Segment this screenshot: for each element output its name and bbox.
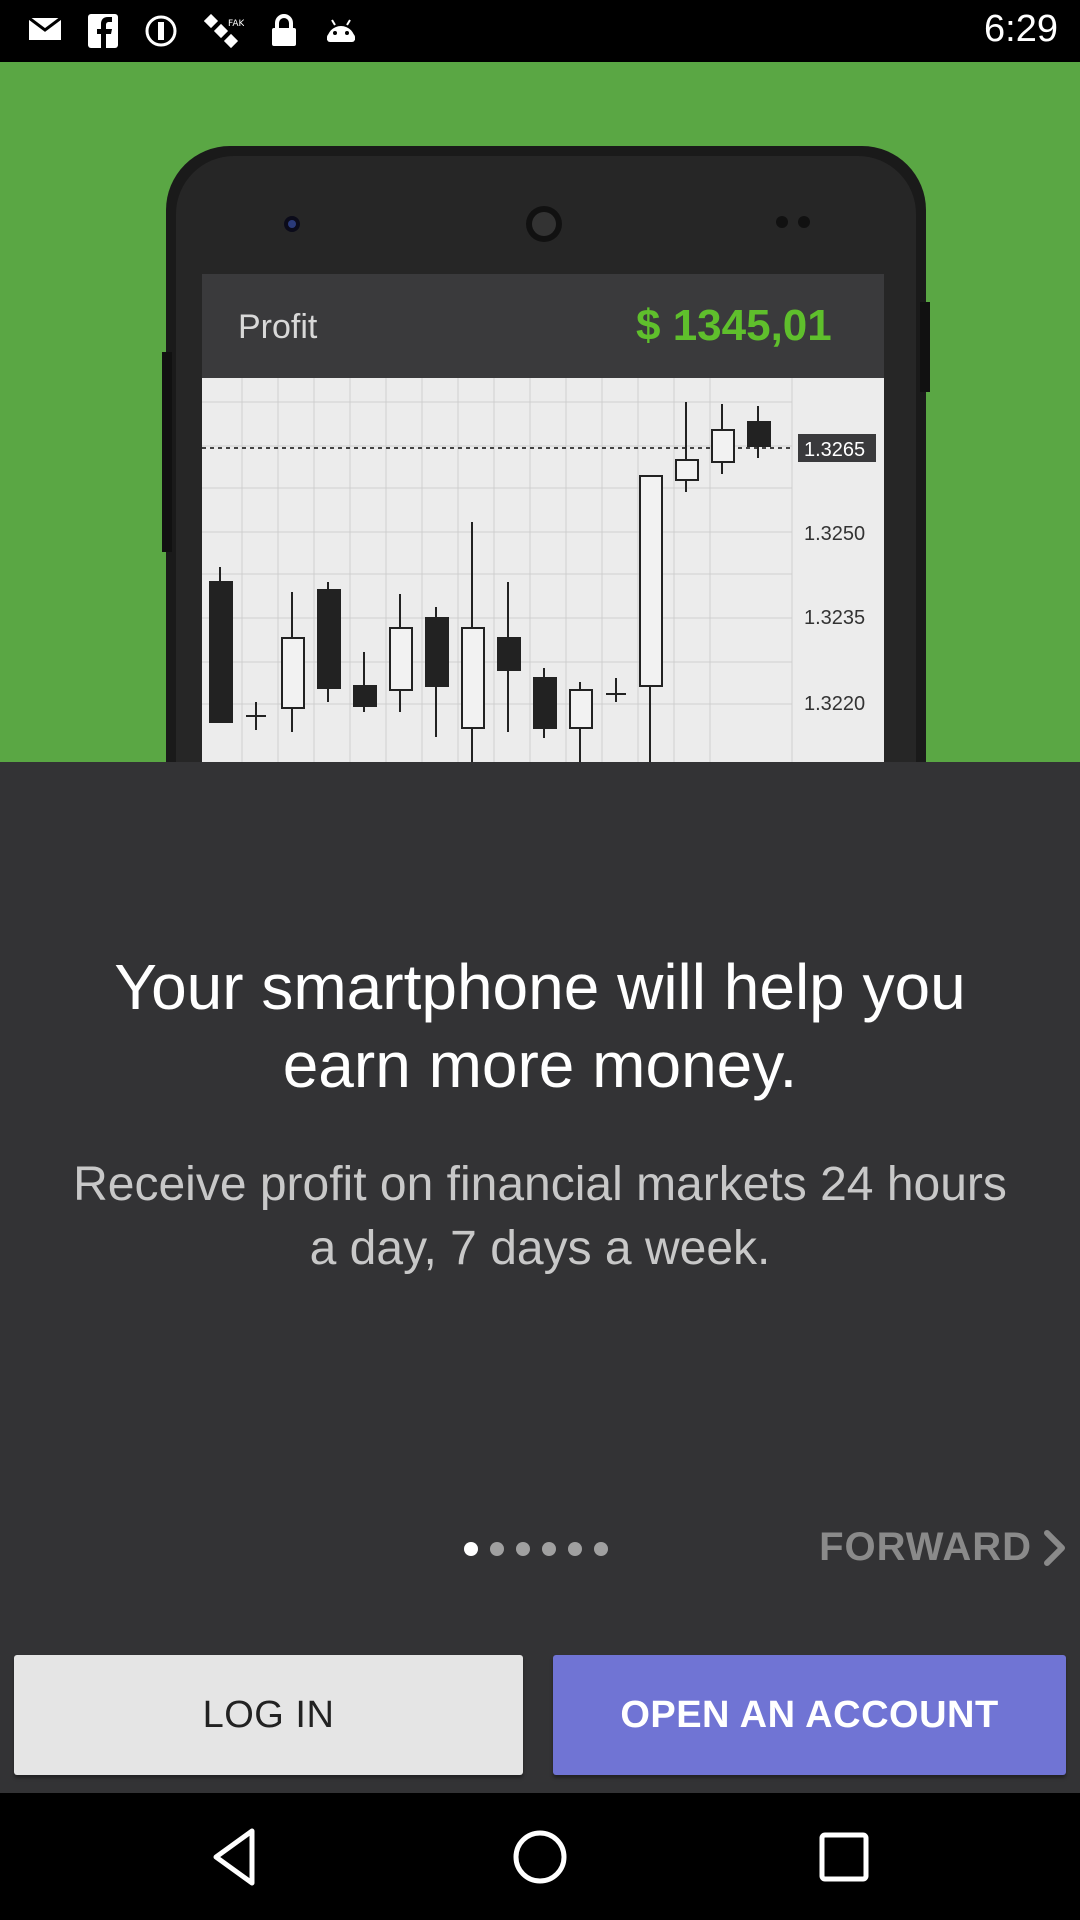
headline: Your smartphone will help you earn more … <box>114 951 966 1101</box>
page-dot <box>490 1542 504 1556</box>
status-bar: FAKE 6:29 <box>0 0 1080 62</box>
price-level-2: 1.3250 <box>804 523 865 545</box>
page-dot <box>594 1542 608 1556</box>
page-dot <box>542 1542 556 1556</box>
status-time: 6:29 <box>984 8 1058 50</box>
back-icon[interactable] <box>200 1821 272 1893</box>
page-indicator <box>464 1542 608 1556</box>
chevron-right-icon <box>1044 1529 1065 1566</box>
update-icon <box>145 15 177 47</box>
open-account-button[interactable]: OPEN AN ACCOUNT <box>553 1655 1066 1775</box>
android-icon <box>327 19 355 42</box>
forward-label: FORWARD <box>819 1525 1032 1569</box>
price-level-3: 1.3235 <box>804 607 865 629</box>
hero-illustration: Profit $ 1345,01 1.3265 1.3250 1.3235 1.… <box>0 62 1080 762</box>
subtext: Receive profit on financial markets 24 h… <box>73 1158 1007 1275</box>
svg-text:FAKE: FAKE <box>228 19 244 29</box>
log-in-button[interactable]: LOG IN <box>14 1655 523 1775</box>
page-dot <box>568 1542 582 1556</box>
gmail-icon <box>28 16 62 40</box>
navigation-bar <box>0 1793 1080 1920</box>
phone-profit-amount: $ 1345,01 <box>636 301 832 350</box>
phone-profit-label: Profit <box>238 308 318 346</box>
price-level-4: 1.3220 <box>804 693 865 715</box>
page-dot-active <box>464 1542 478 1556</box>
forward-button[interactable]: FORWARD <box>819 1525 1068 1570</box>
facebook-icon <box>88 14 118 48</box>
price-level-1: 1.3265 <box>804 439 865 461</box>
satellite-icon: FAKE <box>204 14 244 49</box>
page-dot <box>516 1542 530 1556</box>
lock-icon <box>272 14 296 46</box>
home-icon[interactable] <box>504 1821 576 1893</box>
phone-illustration: Profit $ 1345,01 1.3265 1.3250 1.3235 1.… <box>162 146 930 762</box>
recents-icon[interactable] <box>808 1821 880 1893</box>
status-icons: FAKE <box>28 14 358 52</box>
